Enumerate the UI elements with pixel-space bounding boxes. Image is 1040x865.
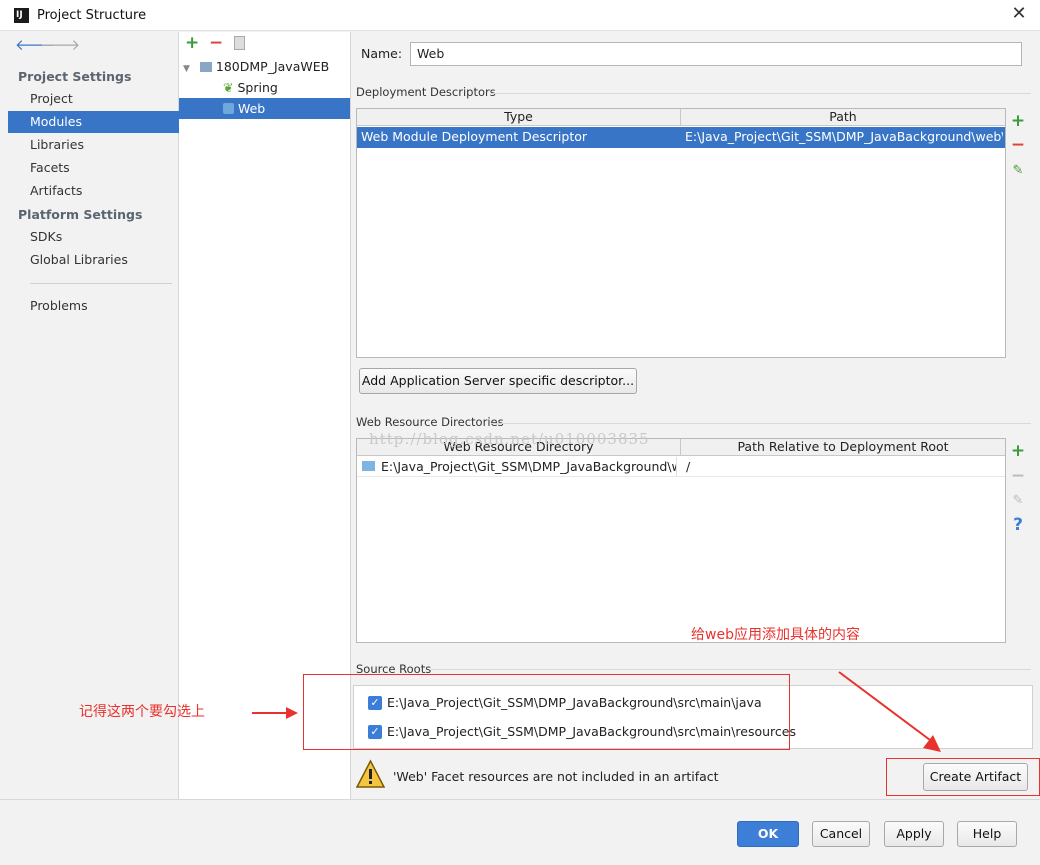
name-label: Name: [361,46,403,61]
expand-arrow-icon[interactable]: ▼ [183,64,190,74]
sidebar-item-project[interactable]: Project [8,88,179,110]
table-cell-path: E:\Java_Project\Git_SSM\DMP_JavaBackgrou… [685,129,1003,144]
sidebar-item-modules[interactable]: Modules [8,111,179,133]
remove-descriptor-icon[interactable]: − [1009,136,1027,154]
close-icon[interactable]: ✕ [1008,3,1030,25]
annotation-arrow-diagonal [838,671,941,752]
table-row[interactable]: Web Module Deployment Descriptor E:\Java… [357,127,1005,148]
sidebar-item-libraries[interactable]: Libraries [8,134,179,156]
add-app-server-descriptor-button[interactable]: Add Application Server specific descript… [359,368,637,394]
tree-item-spring[interactable]: ❦ Spring [179,77,350,98]
tree-item-module[interactable]: ▼ 180DMP_JavaWEB [179,56,350,77]
platform-settings-header: Platform Settings [18,207,143,222]
help-button[interactable]: Help [957,821,1017,847]
remove-icon[interactable]: − [209,35,223,52]
sidebar-item-facets[interactable]: Facets [8,157,179,179]
apply-button[interactable]: Apply [884,821,944,847]
edit-resource-icon[interactable]: ✎ [1009,492,1027,510]
resources-table: Web Resource Directory Path Relative to … [356,438,1006,643]
add-descriptor-icon[interactable]: + [1009,112,1027,130]
cancel-button[interactable]: Cancel [812,821,870,847]
column-header-path-relative[interactable]: Path Relative to Deployment Root [681,439,1005,456]
add-resource-icon[interactable]: + [1009,442,1027,460]
deployment-section-label: Deployment Descriptors [356,85,496,99]
section-divider [491,93,1031,94]
tree-item-spring-label: Spring [237,80,278,95]
annotation-box-create-artifact [886,758,1040,796]
remove-resource-icon[interactable]: − [1009,467,1027,485]
spring-leaf-icon: ❦ [223,80,234,95]
add-icon[interactable]: + [185,35,199,52]
tree-item-web[interactable]: Web [179,98,350,119]
intellij-app-icon: IJ [14,8,29,23]
table-cell-relative-path: / [686,459,691,474]
warning-icon [355,759,386,789]
folder-icon [362,461,375,471]
table-row[interactable]: E:\Java_Project\Git_SSM\DMP_JavaBackgrou… [357,457,1005,477]
module-folder-icon [199,62,212,72]
annotation-arrow-left [252,707,298,719]
project-settings-header: Project Settings [18,69,132,84]
title-bar: IJ Project Structure ✕ [0,0,1040,31]
sidebar-item-sdks[interactable]: SDKs [8,226,179,248]
deployment-table: Type Path Web Module Deployment Descript… [356,108,1006,358]
forward-arrow-icon[interactable]: 🡒 [40,37,80,53]
sidebar-divider [30,283,172,284]
annotation-left-note: 记得这两个要勾选上 [79,704,205,720]
copy-icon[interactable] [234,36,245,50]
edit-pencil-icon[interactable]: ✎ [1009,162,1027,180]
resources-section-label: Web Resource Directories [356,415,504,429]
annotation-right-note: 给web应用添加具体的内容 [691,627,860,643]
name-input[interactable]: Web [410,42,1022,66]
table-cell-type: Web Module Deployment Descriptor [361,129,588,144]
section-divider [491,423,1031,424]
web-facet-icon [223,103,234,114]
warning-text: 'Web' Facet resources are not included i… [393,769,719,784]
settings-sidebar: 🡐 🡒 Project Settings Project Modules Lib… [8,32,179,799]
help-question-icon[interactable]: ? [1009,516,1027,534]
table-cell-directory: E:\Java_Project\Git_SSM\DMP_JavaBackgrou… [381,457,677,477]
sidebar-item-problems[interactable]: Problems [8,295,179,317]
window-title: Project Structure [37,8,147,23]
column-header-path[interactable]: Path [681,109,1005,126]
tree-item-module-label: 180DMP_JavaWEB [215,59,330,74]
ok-button[interactable]: OK [737,821,799,847]
tree-item-web-label: Web [237,101,266,116]
dialog-button-bar: OK Cancel Apply Help [0,799,1040,865]
sidebar-item-global-libraries[interactable]: Global Libraries [8,249,179,271]
annotation-box-source-roots [303,674,790,750]
watermark: http://blog.csdn.net/u010003835 [369,430,650,448]
column-header-type[interactable]: Type [357,109,681,126]
sidebar-item-artifacts[interactable]: Artifacts [8,180,179,202]
